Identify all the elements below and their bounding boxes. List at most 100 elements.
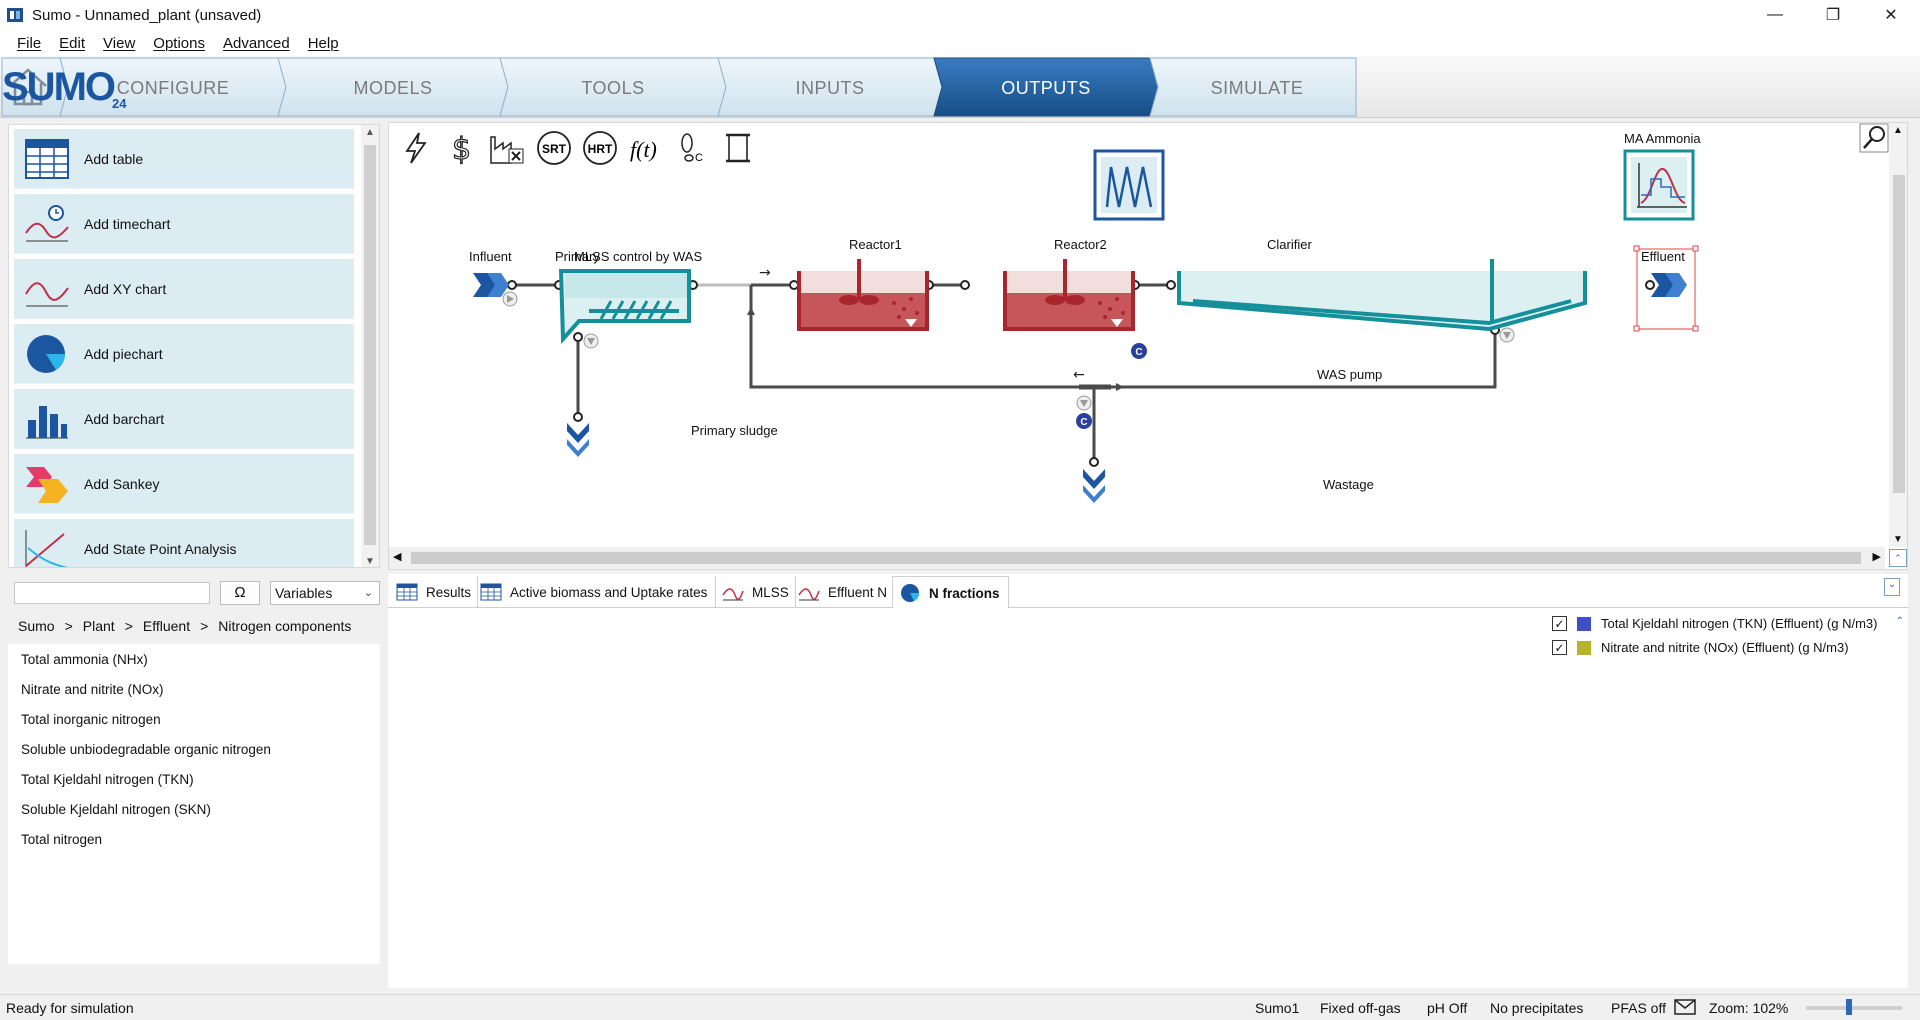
label-influent: Influent — [469, 249, 512, 264]
status-model[interactable]: Sumo1 — [1255, 1000, 1299, 1016]
output-tabs: Results Active biomass and Uptake rates … — [388, 574, 1908, 609]
state-point-icon — [22, 526, 72, 567]
add-sankey-button[interactable]: Add Sankey — [14, 454, 354, 514]
close-button[interactable]: ✕ — [1862, 0, 1920, 30]
tab-active-biomass[interactable]: Active biomass and Uptake rates — [474, 576, 717, 608]
app-icon — [7, 8, 23, 22]
zoom-slider[interactable] — [1806, 1006, 1902, 1010]
variables-dropdown-value: Variables — [275, 585, 333, 601]
omega-button[interactable]: Ω — [220, 581, 260, 605]
scroll-right-arrow-icon[interactable]: ▶ — [1873, 550, 1881, 563]
canvas-hscrollbar[interactable]: ◀ ▶ — [389, 547, 1885, 569]
status-offgas[interactable]: Fixed off-gas — [1320, 1000, 1401, 1016]
variable-item[interactable]: Nitrate and nitrite (NOx) — [21, 682, 164, 697]
timechart-icon — [796, 581, 822, 603]
variable-search-input[interactable] — [14, 582, 210, 604]
tab-n-fractions[interactable]: N fractions — [892, 576, 1009, 609]
tab-results[interactable]: Results — [390, 576, 479, 608]
reactor1-icon[interactable] — [797, 259, 929, 331]
mlss-control-widget-icon[interactable] — [1093, 149, 1165, 221]
menu-view[interactable]: View — [103, 35, 135, 52]
add-panel-scrollbar[interactable]: ▲ ▼ — [361, 125, 379, 567]
zoom-slider-thumb[interactable] — [1846, 999, 1852, 1015]
variable-item[interactable]: Total inorganic nitrogen — [21, 712, 161, 727]
collapse-up-icon[interactable]: ⌃ — [1889, 549, 1907, 567]
crumb-nitrogen-components[interactable]: Nitrogen components — [218, 618, 351, 634]
hscroll-thumb[interactable] — [411, 552, 1861, 564]
scroll-up-arrow-icon[interactable]: ▲ — [1893, 125, 1903, 136]
restore-button[interactable]: ❐ — [1804, 0, 1862, 30]
status-ph[interactable]: pH Off — [1427, 1000, 1467, 1016]
svg-text:SUMO: SUMO — [2, 65, 115, 109]
tab-effluent-n[interactable]: Effluent N — [792, 576, 895, 608]
variables-dropdown[interactable]: Variables ⌄ — [270, 581, 380, 605]
crumb-separator: > — [124, 618, 133, 634]
add-sankey-label: Add Sankey — [84, 475, 160, 492]
menu-advanced[interactable]: Advanced — [223, 35, 290, 52]
vscroll-thumb[interactable] — [1893, 175, 1905, 493]
scroll-down-arrow-icon[interactable]: ▼ — [361, 556, 379, 567]
add-piechart-label: Add piechart — [84, 345, 163, 362]
primary-sludge-icon[interactable] — [567, 423, 589, 457]
scroll-down-arrow-icon[interactable]: ▼ — [1893, 534, 1903, 545]
tab-mlss[interactable]: MLSS — [716, 576, 796, 608]
workflow-nav: CONFIGURE MODELS TOOLS INPUTS OUTPUTS SI… — [0, 56, 1920, 118]
crumb-sumo[interactable]: Sumo — [18, 618, 55, 634]
secondary-clarifier-icon[interactable] — [1177, 259, 1587, 343]
tab-inputs[interactable]: INPUTS — [726, 78, 934, 99]
timechart-icon — [22, 201, 72, 247]
plant-layout-canvas[interactable]: $ SRT HRT f(t) C → ← C C MLSS control by… — [388, 122, 1908, 570]
add-timechart-button[interactable]: Add timechart — [14, 194, 354, 254]
crumb-plant[interactable]: Plant — [83, 618, 115, 634]
menu-file[interactable]: File — [17, 35, 41, 52]
scroll-left-arrow-icon[interactable]: ◀ — [393, 550, 401, 563]
mail-icon[interactable] — [1674, 999, 1696, 1018]
tab-outputs[interactable]: OUTPUTS — [942, 78, 1150, 99]
legend-item-nox[interactable]: ✓ Nitrate and nitrite (NOx) (Effluent) (… — [1552, 640, 1849, 655]
collapse-down-icon[interactable]: ⌄ — [1884, 578, 1900, 596]
ma-ammonia-widget-icon[interactable] — [1623, 149, 1695, 221]
variable-item[interactable]: Total Kjeldahl nitrogen (TKN) — [21, 772, 194, 787]
status-pfas[interactable]: PFAS off — [1611, 1000, 1666, 1016]
minimize-button[interactable]: — — [1746, 0, 1804, 30]
wastage-icon[interactable] — [1083, 469, 1105, 503]
controller-badge-clarifier[interactable]: C — [1131, 343, 1147, 359]
add-barchart-button[interactable]: Add barchart — [14, 389, 354, 449]
add-table-button[interactable]: Add table — [14, 129, 354, 189]
status-precipitates[interactable]: No precipitates — [1490, 1000, 1583, 1016]
scroll-thumb[interactable] — [364, 145, 376, 545]
add-xy-chart-button[interactable]: Add XY chart — [14, 259, 354, 319]
legend-checkbox[interactable]: ✓ — [1552, 616, 1567, 631]
piechart-icon — [897, 582, 923, 604]
label-was-pump: WAS pump — [1317, 367, 1383, 382]
menu-options[interactable]: Options — [153, 35, 205, 52]
canvas-vscrollbar[interactable]: ▲ ▼ — [1889, 123, 1907, 547]
add-state-point-button[interactable]: Add State Point Analysis — [14, 519, 354, 567]
table-icon — [22, 136, 72, 182]
scroll-up-arrow-icon[interactable]: ▲ — [361, 127, 379, 138]
add-piechart-button[interactable]: Add piechart — [14, 324, 354, 384]
legend-checkbox[interactable]: ✓ — [1552, 640, 1567, 655]
variable-item[interactable]: Soluble unbiodegradable organic nitrogen — [21, 742, 271, 757]
tab-simulate[interactable]: SIMULATE — [1158, 78, 1356, 99]
barchart-icon — [22, 396, 72, 442]
crumb-separator: > — [200, 618, 209, 634]
variable-item[interactable]: Total ammonia (NHx) — [21, 652, 148, 667]
legend-item-tkn[interactable]: ✓ Total Kjeldahl nitrogen (TKN) (Effluen… — [1552, 616, 1877, 631]
variable-item[interactable]: Total nitrogen — [21, 832, 102, 847]
controller-badge-was[interactable]: C — [1076, 413, 1092, 429]
tab-tools[interactable]: TOOLS — [508, 78, 718, 99]
crumb-effluent[interactable]: Effluent — [143, 618, 190, 634]
legend-scroll-up-icon[interactable]: ⌃ — [1896, 616, 1904, 627]
legend-swatch — [1577, 640, 1591, 655]
sumo-logo: SUMO 24 — [2, 65, 127, 110]
svg-text:→: → — [759, 265, 771, 281]
menu-help[interactable]: Help — [308, 35, 339, 52]
add-timechart-label: Add timechart — [84, 215, 171, 232]
window-title: Sumo - Unnamed_plant (unsaved) — [32, 6, 262, 24]
label-effluent: Effluent — [1641, 249, 1685, 264]
menu-edit[interactable]: Edit — [59, 35, 85, 52]
tab-models[interactable]: MODELS — [286, 78, 500, 99]
reactor2-icon[interactable] — [1003, 259, 1135, 331]
variable-item[interactable]: Soluble Kjeldahl nitrogen (SKN) — [21, 802, 211, 817]
